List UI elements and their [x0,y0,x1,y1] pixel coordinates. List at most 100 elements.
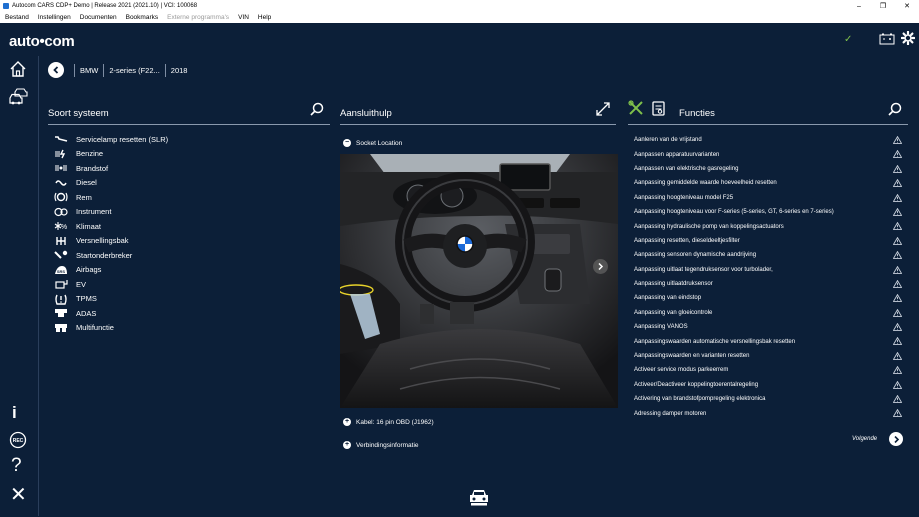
system-item-label: Multifunctie [76,323,114,333]
system-item-multifunctie[interactable]: Multifunctie [54,321,168,336]
document-icon[interactable] [652,101,665,119]
battery-icon[interactable] [879,32,895,50]
socket-location-toggle[interactable]: − Socket Location [343,139,402,147]
function-item[interactable]: Aanleren van de vrijstand [634,133,903,147]
function-item[interactable]: Activering van brandstofpompregeling ele… [634,392,903,406]
help-icon[interactable]: ? [11,455,22,477]
function-item-label: Aanpassing VANOS [634,324,688,331]
home-icon[interactable] [9,60,27,78]
function-item-label: Aanpassing van gloeicontrole [634,309,713,316]
search-icon[interactable] [888,102,902,119]
system-item-label: ADAS [76,308,97,318]
collapse-icon: − [343,139,351,147]
function-item[interactable]: Adressing damper motoren [634,406,903,420]
system-item-label: EV [76,279,87,289]
system-item-instrument[interactable]: Instrument [54,205,168,220]
system-item-label: Klimaat [76,221,102,231]
tools-icon[interactable] [628,100,644,119]
maximize-button[interactable]: ❐ [871,0,895,12]
back-button[interactable] [48,62,64,78]
function-item[interactable]: Aanpassing van eindstop [634,291,903,305]
function-item[interactable]: Aanpassing hydraulische pomp van koppeli… [634,219,903,233]
function-item[interactable]: Aanpassing van gloeicontrole [634,306,903,320]
function-item[interactable]: Activeer service modus parkeerrem [634,363,903,377]
minimize-button[interactable]: – [847,0,871,12]
wrench-icon [54,134,68,144]
warning-icon [892,409,903,419]
function-item-label: Aanpassing uitlaat tegendruksensor voor … [634,266,773,273]
gearbox-icon [54,236,68,246]
menu-help[interactable]: Help [258,14,271,21]
function-item-label: Aanpassen van elektrische gasregeling [634,165,739,172]
warning-icon [892,222,903,232]
menu-vin[interactable]: VIN [238,14,249,21]
function-item[interactable]: Aanpassing gemiddelde waarde hoeveelheid… [634,176,903,190]
system-item-diesel[interactable]: Diesel [54,176,168,191]
menu-instellingen[interactable]: Instellingen [38,14,71,21]
function-item[interactable]: Aanpassingswaarden automatische versnell… [634,334,903,348]
system-item-rem[interactable]: Rem [54,190,168,205]
vehicle-connection-icon[interactable] [468,487,490,512]
expand-icon[interactable] [596,102,610,119]
function-item[interactable]: Aanpassing uitlaatdruksensor [634,277,903,291]
expand-plus-icon: + [343,418,351,426]
multifunction-icon [54,323,68,333]
top-right-tools [879,30,916,50]
menu-documenten[interactable]: Documenten [80,14,117,21]
function-item[interactable]: Aanpassing hoogteniveau model F25 [634,191,903,205]
warning-icon [892,394,903,405]
system-item-airbags[interactable]: SRS Airbags [54,263,168,278]
next-page-button[interactable]: Volgende [852,432,904,446]
immobilizer-key-icon [54,250,68,260]
warning-icon [892,265,903,276]
function-item[interactable]: Activeer/Deactiveer koppelingtoerentalre… [634,378,903,392]
rail-divider [38,56,39,516]
settings-gear-icon[interactable] [900,30,916,50]
system-item-slr[interactable]: Servicelamp resetten (SLR) [54,132,168,147]
system-item-startonderbreker[interactable]: Startonderbreker [54,248,168,263]
search-icon[interactable] [310,102,324,119]
system-item-label: Brandstof [76,163,109,173]
function-item[interactable]: Aanpassing hoogteniveau voor F-series (5… [634,205,903,219]
system-item-adas[interactable]: ADAS [54,306,168,321]
crumb-year[interactable]: 2018 [164,63,193,77]
crumb-make[interactable]: BMW [74,63,103,77]
system-item-klimaat[interactable]: % Klimaat [54,219,168,234]
warning-icon [892,294,903,304]
menu-bestand[interactable]: Bestand [5,14,29,21]
exit-icon[interactable]: ✕ [10,482,27,507]
next-arrow-icon [889,432,904,446]
warning-icon [892,150,903,160]
system-item-ev[interactable]: EV [54,277,168,292]
function-item[interactable]: Aanpassing VANOS [634,320,903,334]
warning-icon [892,337,903,347]
functions-header: Functies [628,100,908,125]
system-item-label: Diesel [76,178,97,188]
cable-toggle[interactable]: + Kabel: 16 pin OBD (J1962) [343,418,434,426]
crumb-model[interactable]: 2-series (F22... [103,63,164,77]
function-item-label: Aanpassing hoogteniveau voor F-series (5… [634,209,834,216]
system-item-tpms[interactable]: TPMS [54,292,168,307]
system-item-brandstof[interactable]: Brandstof [54,161,168,176]
function-item[interactable]: Aanpassing uitlaat tegendruksensor voor … [634,263,903,277]
close-window-button[interactable]: ✕ [895,0,919,12]
record-icon[interactable]: REC [9,431,27,449]
menu-bookmarks[interactable]: Bookmarks [126,14,159,21]
function-item[interactable]: Aanpassen van elektrische gasregeling [634,162,903,176]
expand-plus-icon: + [343,441,351,449]
function-item[interactable]: Aanpassing sensoren dynamische aandrijvi… [634,248,903,262]
function-item-label: Aanpassing gemiddelde waarde hoeveelheid… [634,180,777,187]
warning-icon [892,351,903,362]
function-item[interactable]: Aanpassing resetten, dieseldeeltjesfilte… [634,234,903,248]
system-item-benzine[interactable]: Benzine [54,147,168,162]
info-icon[interactable]: i [12,403,17,423]
warning-icon [892,365,903,376]
function-item[interactable]: Aanpassen apparatuurvarianten [634,147,903,161]
system-type-title: Soort systeem [48,108,109,119]
function-item[interactable]: Aanpassingswaarden en varianten resetten [634,349,903,363]
function-item-label: Adressing damper motoren [634,410,707,417]
connection-info-toggle[interactable]: + Verbindingsinformatie [343,441,419,449]
vehicles-icon[interactable] [9,88,29,106]
system-item-versnellingsbak[interactable]: Versnellingsbak [54,234,168,249]
photo-next-button[interactable] [593,259,608,274]
